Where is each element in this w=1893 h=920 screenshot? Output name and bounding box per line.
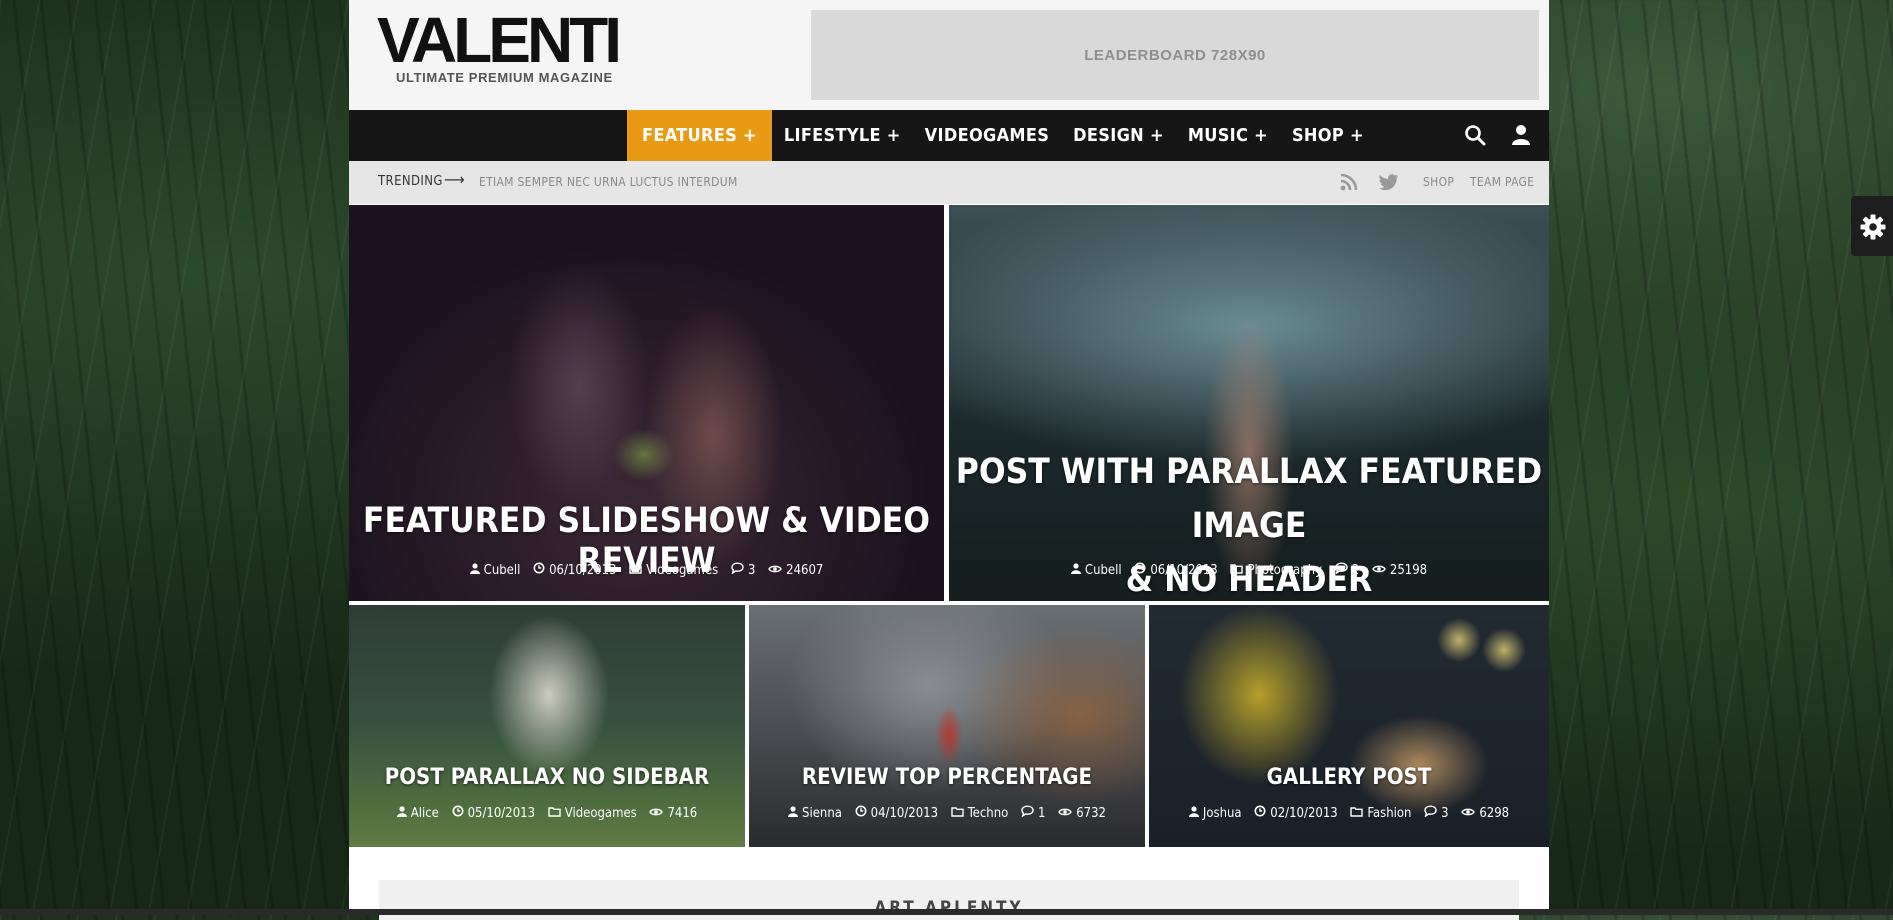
featured-post-2[interactable]: POST WITH PARALLAX FEATURED IMAGE & NO H…: [949, 205, 1549, 601]
trending-label: TRENDING: [378, 174, 443, 189]
nav-menu: FEATURES + LIFESTYLE + VIDEOGAMES DESIGN…: [627, 110, 1376, 161]
post-views: 24607: [786, 562, 824, 578]
post-author[interactable]: Cubell: [1085, 563, 1122, 578]
featured-post-1[interactable]: FEATURED SLIDESHOW & VIDEO REVIEW Cubell…: [349, 205, 944, 601]
post-author[interactable]: Cubell: [484, 563, 521, 578]
post-title[interactable]: POST PARALLAX NO SIDEBAR: [349, 765, 745, 790]
folder-icon: [951, 806, 964, 821]
eye-icon: [1058, 806, 1072, 821]
post-comments[interactable]: 2: [1352, 563, 1359, 578]
nav-item-music[interactable]: MUSIC +: [1176, 110, 1280, 161]
leaderboard-ad[interactable]: LEADERBOARD 728X90: [811, 10, 1539, 100]
nav-item-lifestyle[interactable]: LIFESTYLE +: [772, 110, 913, 161]
post-comments[interactable]: 3: [1441, 806, 1448, 821]
post-date: 06/10/2013: [549, 562, 617, 578]
bottom-edge-bar: [0, 909, 1893, 915]
post-date: 04/10/2013: [870, 805, 939, 821]
user-icon: [788, 805, 799, 821]
comment-icon: [1335, 562, 1348, 578]
post-views: 6298: [1479, 805, 1510, 821]
post-meta: Alice 05/10/2013 Videogames 7416: [349, 805, 745, 821]
search-icon[interactable]: [1464, 124, 1486, 150]
logo-wordmark: VALENTI: [377, 4, 622, 76]
settings-panel-toggle[interactable]: [1851, 196, 1893, 256]
post-date: 02/10/2013: [1270, 805, 1338, 821]
featured-post-4[interactable]: REVIEW TOP PERCENTAGE Sienna 04/10/2013 …: [749, 605, 1145, 847]
post-meta: Sienna 04/10/2013 Techno 1 6732: [749, 805, 1145, 821]
arrow-right-icon: ⟶: [444, 170, 465, 189]
comment-icon: [1021, 805, 1034, 821]
eye-icon: [768, 563, 782, 578]
user-icon: [396, 805, 407, 821]
post-title-line-1: POST WITH PARALLAX FEATURED IMAGE: [955, 452, 1543, 546]
featured-post-3[interactable]: POST PARALLAX NO SIDEBAR Alice 05/10/201…: [349, 605, 745, 847]
trending-bar: TRENDING ⟶ ETIAM SEMPER NEC URNA LUCTUS …: [349, 161, 1549, 204]
user-icon: [1070, 562, 1081, 578]
post-meta: Cubell 06/10/2013 Videogames 3 24607: [349, 562, 944, 578]
gear-icon: [1859, 213, 1887, 245]
post-meta: Joshua 02/10/2013 Fashion 3 6298: [1149, 805, 1549, 821]
leaderboard-label: LEADERBOARD 728X90: [1084, 46, 1266, 64]
folder-icon: [1230, 563, 1244, 578]
folder-icon: [1350, 806, 1364, 821]
post-category[interactable]: Techno: [968, 806, 1009, 821]
eye-icon: [649, 806, 664, 821]
page-container: VALENTI ULTIMATE PREMIUM MAGAZINE LEADER…: [349, 0, 1549, 920]
post-category[interactable]: Videogames: [646, 563, 718, 578]
post-date: 05/10/2013: [467, 805, 536, 821]
trending-headline[interactable]: ETIAM SEMPER NEC URNA LUCTUS INTERDUM: [479, 175, 738, 189]
featured-post-5[interactable]: GALLERY POST Joshua 02/10/2013 Fashion 3…: [1149, 605, 1549, 847]
site-logo[interactable]: VALENTI ULTIMATE PREMIUM MAGAZINE: [377, 8, 627, 85]
folder-icon: [629, 563, 642, 578]
post-comments[interactable]: 3: [748, 563, 755, 578]
post-author[interactable]: Sienna: [802, 806, 842, 821]
clock-icon: [452, 805, 464, 821]
post-author[interactable]: Alice: [411, 806, 439, 821]
post-date: 06/10/2013: [1150, 562, 1218, 578]
user-icon[interactable]: [1511, 124, 1531, 150]
post-comments[interactable]: 1: [1038, 806, 1045, 821]
user-icon: [469, 562, 480, 578]
clock-icon: [855, 805, 867, 821]
eye-icon: [1372, 563, 1386, 578]
clock-icon: [533, 562, 545, 578]
main-navigation: FEATURES + LIFESTYLE + VIDEOGAMES DESIGN…: [349, 110, 1549, 161]
top-link-shop[interactable]: SHOP: [1423, 175, 1454, 189]
nav-item-design[interactable]: DESIGN +: [1061, 110, 1176, 161]
site-header: VALENTI ULTIMATE PREMIUM MAGAZINE LEADER…: [349, 0, 1549, 110]
twitter-icon[interactable]: [1379, 173, 1399, 195]
post-views: 25198: [1389, 562, 1428, 578]
eye-icon: [1461, 806, 1476, 821]
post-views: 7416: [667, 805, 698, 821]
user-icon: [1188, 805, 1199, 821]
nav-item-videogames[interactable]: VIDEOGAMES: [913, 110, 1062, 161]
clock-icon: [1254, 805, 1266, 821]
post-views: 6732: [1076, 805, 1106, 821]
comment-icon: [731, 562, 744, 578]
logo-tagline: ULTIMATE PREMIUM MAGAZINE: [396, 70, 613, 85]
post-meta: Cubell 06/10/2013 Photography 2 25198: [949, 562, 1549, 578]
nav-item-features[interactable]: FEATURES +: [627, 110, 772, 161]
rss-icon[interactable]: [1340, 173, 1358, 195]
post-title[interactable]: GALLERY POST: [1149, 765, 1549, 790]
clock-icon: [1134, 562, 1146, 578]
section-title: ART APLENTY: [874, 898, 1024, 918]
comment-icon: [1424, 805, 1437, 821]
post-category[interactable]: Photography: [1247, 563, 1322, 578]
post-title[interactable]: REVIEW TOP PERCENTAGE: [749, 765, 1145, 790]
post-category[interactable]: Fashion: [1367, 806, 1411, 821]
top-link-team-page[interactable]: TEAM PAGE: [1470, 175, 1534, 189]
post-category[interactable]: Videogames: [565, 806, 637, 821]
nav-item-shop[interactable]: SHOP +: [1280, 110, 1376, 161]
folder-icon: [548, 806, 561, 821]
post-author[interactable]: Joshua: [1203, 806, 1242, 821]
